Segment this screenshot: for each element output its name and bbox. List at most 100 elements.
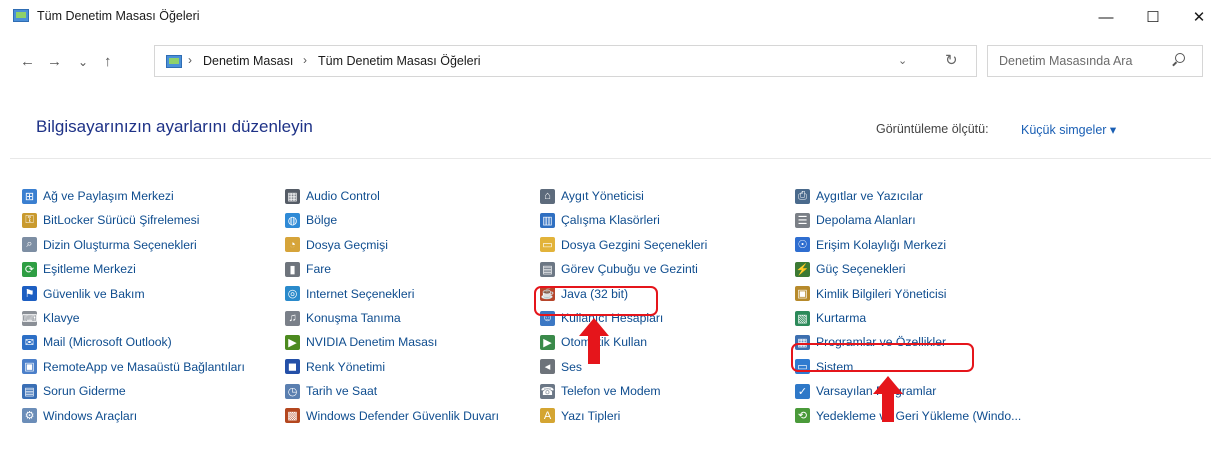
item-label: BitLocker Sürücü Şifrelemesi xyxy=(43,213,200,228)
work-folders-icon: ▥ xyxy=(540,212,555,228)
control-panel-item[interactable]: ⊞ Ağ ve Paylaşım Merkezi xyxy=(22,187,174,205)
storage-icon: ☰ xyxy=(795,212,810,228)
control-panel-item[interactable]: ⟳ Eşitleme Merkezi xyxy=(22,260,136,278)
printer-icon: ⎙ xyxy=(795,188,810,204)
item-label: Dosya Geçmişi xyxy=(306,237,388,252)
item-label: Dizin Oluşturma Seçenekleri xyxy=(43,237,197,252)
item-label: Kurtarma xyxy=(816,311,867,325)
taskbar-icon: ▤ xyxy=(540,261,555,277)
control-panel-item[interactable]: ◼ Renk Yönetimi xyxy=(285,358,385,376)
fonts-icon: A xyxy=(540,408,555,424)
control-panel-item[interactable]: ⌕ Dizin Oluşturma Seçenekleri xyxy=(22,236,197,254)
control-panel-item[interactable]: ◷ Tarih ve Saat xyxy=(285,382,377,400)
item-label: NVIDIA Denetim Masası xyxy=(306,335,438,350)
maximize-button[interactable]: ☐ xyxy=(1130,0,1176,34)
item-label: Ağ ve Paylaşım Merkezi xyxy=(43,189,174,203)
control-panel-item[interactable]: ⚑ Güvenlik ve Bakım xyxy=(22,285,145,303)
item-label: Kimlik Bilgileri Yöneticisi xyxy=(816,286,947,301)
red-arrow-programs xyxy=(873,376,903,422)
search-icon[interactable] xyxy=(1175,53,1185,63)
control-panel-item[interactable]: ⟲ Yedekleme ve Geri Yükleme (Windo... xyxy=(795,407,1021,425)
address-dropdown-icon[interactable]: ⌄ xyxy=(898,54,907,67)
keyboard-icon: ⌨ xyxy=(21,310,38,326)
item-label: Internet Seçenekleri xyxy=(306,286,415,301)
minimize-button[interactable]: — xyxy=(1083,0,1129,34)
control-panel-item[interactable]: ♫ Konuşma Tanıma xyxy=(285,309,401,327)
control-panel-item[interactable]: ⎙ Aygıtlar ve Yazıcılar xyxy=(795,187,923,205)
folder-options-icon: ▭ xyxy=(540,237,555,253)
recent-locations-chevron-icon[interactable]: ⌄ xyxy=(78,54,88,70)
item-label: Aygıtlar ve Yazıcılar xyxy=(816,189,924,203)
item-label: RemoteApp ve Masaüstü Bağlantıları xyxy=(43,359,245,374)
bitlocker-icon: ⚿ xyxy=(22,212,37,228)
accessibility-icon: ☉ xyxy=(795,237,810,253)
control-panel-item[interactable]: ▤ Sorun Giderme xyxy=(22,382,126,400)
internet-icon: ◎ xyxy=(285,286,300,302)
backup-icon: ⟲ xyxy=(795,408,810,424)
control-panel-item[interactable]: ▶ NVIDIA Denetim Masası xyxy=(285,333,437,351)
control-panel-icon xyxy=(13,9,29,22)
power-icon: ⚡ xyxy=(795,261,810,277)
item-label: Konuşma Tanıma xyxy=(306,311,401,325)
file-history-icon: ◔ xyxy=(285,237,300,253)
globe-icon: ◍ xyxy=(285,212,300,228)
control-panel-item[interactable]: ▭ Dosya Gezgini Seçenekleri xyxy=(540,236,707,254)
back-arrow-icon[interactable]: ← xyxy=(20,54,35,70)
control-panel-item[interactable]: ✉ Mail (Microsoft Outlook) xyxy=(22,333,172,351)
item-label: Fare xyxy=(306,262,332,277)
item-label: Depolama Alanları xyxy=(816,213,916,228)
control-panel-item[interactable]: ▤ Görev Çubuğu ve Gezinti xyxy=(540,260,698,278)
close-button[interactable]: ✕ xyxy=(1176,0,1221,34)
item-label: Klavye xyxy=(43,311,80,325)
breadcrumb-control-panel[interactable]: Denetim Masası xyxy=(203,54,293,68)
address-bar[interactable]: › Denetim Masası › Tüm Denetim Masası Öğ… xyxy=(154,45,977,77)
control-panel-item[interactable]: ▩ Windows Defender Güvenlik Duvarı xyxy=(285,407,499,425)
color-icon: ◼ xyxy=(285,359,300,375)
control-panel-item[interactable]: ☎ Telefon ve Modem xyxy=(540,382,661,400)
view-by-dropdown[interactable]: Küçük simgeler ▾ xyxy=(1021,122,1116,137)
window-title: Tüm Denetim Masası Öğeleri xyxy=(37,9,200,23)
control-panel-item[interactable]: ▣ RemoteApp ve Masaüstü Bağlantıları xyxy=(22,358,245,376)
troubleshoot-icon: ▤ xyxy=(22,383,37,399)
item-label: Eşitleme Merkezi xyxy=(43,262,136,277)
control-panel-item[interactable]: ▣ Kimlik Bilgileri Yöneticisi xyxy=(795,285,947,303)
control-panel-item[interactable]: ▧ Kurtarma xyxy=(795,309,866,327)
item-label: Çalışma Klasörleri xyxy=(561,213,660,228)
control-panel-item[interactable]: ⚙ Windows Araçları xyxy=(22,407,137,425)
credentials-icon: ▣ xyxy=(795,286,810,302)
control-panel-item[interactable]: ☰ Depolama Alanları xyxy=(795,211,916,229)
control-panel-item[interactable]: ⌨ Klavye xyxy=(22,309,80,327)
control-panel-item[interactable]: ☉ Erişim Kolaylığı Merkezi xyxy=(795,236,946,254)
control-panel-icon xyxy=(166,55,182,68)
item-label: Telefon ve Modem xyxy=(561,384,661,399)
item-label: Aygıt Yöneticisi xyxy=(561,189,644,203)
control-panel-item[interactable]: ▦ Audio Control xyxy=(285,187,380,205)
control-panel-item[interactable]: ▮ Fare xyxy=(285,260,331,278)
control-panel-item[interactable]: ✓ Varsayılan Programlar xyxy=(795,382,936,400)
view-by-label: Görüntüleme ölçütü: xyxy=(876,122,989,136)
control-panel-item[interactable]: ▥ Çalışma Klasörleri xyxy=(540,211,660,229)
forward-arrow-icon[interactable]: → xyxy=(47,54,62,70)
search-box[interactable]: Denetim Masasında Ara xyxy=(987,45,1203,77)
item-label: Dosya Gezgini Seçenekleri xyxy=(561,237,708,252)
control-panel-item[interactable]: ⌂ Aygıt Yöneticisi xyxy=(540,187,644,205)
recovery-icon: ▧ xyxy=(795,310,810,326)
refresh-icon[interactable]: ↻ xyxy=(945,51,958,69)
breadcrumb-separator-icon: › xyxy=(188,53,192,67)
speaker-icon: ◂ xyxy=(540,359,555,375)
control-panel-item[interactable]: ◔ Dosya Geçmişi xyxy=(285,236,388,254)
breadcrumb-all-items[interactable]: Tüm Denetim Masası Öğeleri xyxy=(318,54,481,68)
control-panel-item[interactable]: ◍ Bölge xyxy=(285,211,337,229)
control-panel-item[interactable]: ◂ Ses xyxy=(540,358,582,376)
control-panel-item[interactable]: A Yazı Tipleri xyxy=(540,407,620,425)
control-panel-item[interactable]: ◎ Internet Seçenekleri xyxy=(285,285,414,303)
page-title: Bilgisayarınızın ayarlarını düzenleyin xyxy=(36,117,313,136)
clock-icon: ◷ xyxy=(285,383,300,399)
control-panel-item[interactable]: ⚿ BitLocker Sürücü Şifrelemesi xyxy=(22,211,199,229)
highlight-box-programs xyxy=(791,343,974,372)
control-panel-item[interactable]: ⚡ Güç Seçenekleri xyxy=(795,260,905,278)
up-arrow-icon[interactable]: ↑ xyxy=(104,54,112,70)
item-label: Windows Araçları xyxy=(43,408,138,423)
red-arrow-java xyxy=(579,318,609,364)
search-input[interactable]: Denetim Masasında Ara xyxy=(999,54,1132,68)
